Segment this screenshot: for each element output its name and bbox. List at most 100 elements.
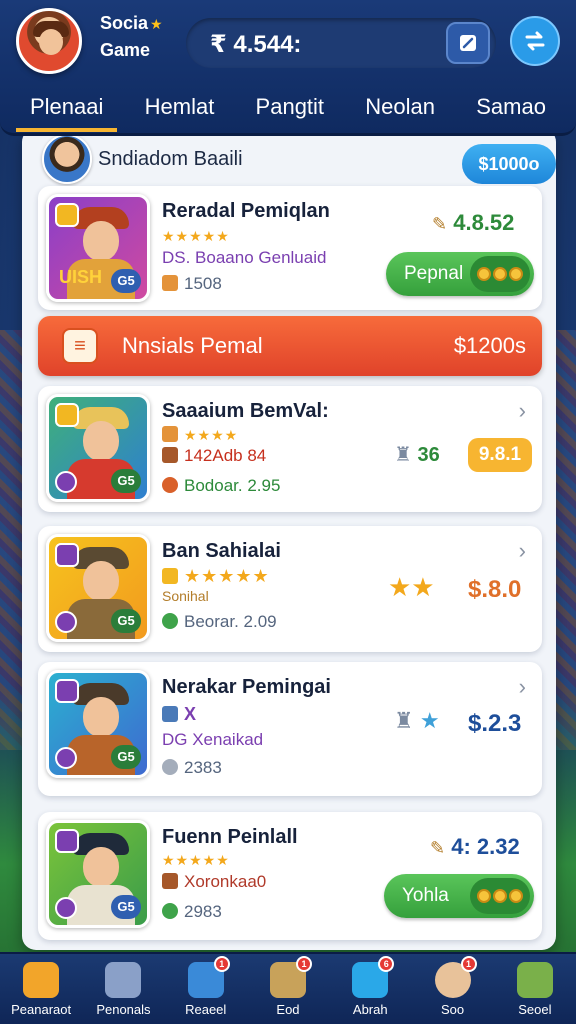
tab-neolan[interactable]: Neolan [351, 82, 449, 132]
star-rating: ★★★★★ [184, 566, 270, 586]
nav-label: Soo [440, 1002, 465, 1017]
thumb-caption: UISH [59, 267, 103, 287]
rank-badge-icon [55, 829, 79, 853]
tool-icon: ✎ [432, 214, 448, 234]
avatar-face [39, 29, 63, 55]
item-rating: ♜ 36 [394, 442, 440, 467]
buy-button-label: Pepnal [404, 263, 464, 284]
nav-label: Peanaraot [11, 1002, 72, 1017]
item-price-value: 4.8.52 [453, 210, 515, 235]
rank-badge-icon [55, 543, 79, 567]
chest-icon [162, 426, 178, 442]
banner-price: $1200s [453, 333, 526, 358]
profile-balance-badge[interactable]: $1000o [462, 144, 556, 184]
ball-icon [162, 477, 178, 493]
crate-icon [162, 447, 178, 463]
nav-item-player[interactable]: 1 Soo [417, 954, 489, 1017]
app-title: Socia ★ Game [100, 10, 163, 63]
rank-badge-icon [55, 679, 79, 703]
item-title: Ban Sahialai [162, 540, 281, 562]
nav-item-shop[interactable]: 6 Abrah [334, 954, 406, 1017]
profile-name: Sndiadom Baaili [98, 148, 243, 170]
item-thumbnail: G5 [46, 394, 150, 502]
thumb-head [83, 561, 119, 601]
edit-icon [460, 35, 476, 51]
star-rating: ★★★★ [184, 427, 239, 443]
list-item[interactable]: G5 Fuenn Peinlall ★★★★★ Xoronkaa0 2983 ✎… [38, 812, 542, 940]
list-icon: ≡ [62, 328, 98, 364]
thumb-head [83, 697, 119, 737]
swap-icon [525, 31, 545, 51]
tool-icon: ✎ [430, 838, 446, 858]
tab-hemlat[interactable]: Hemlat [131, 82, 229, 132]
swap-button[interactable] [510, 16, 560, 66]
chevron-right-icon[interactable]: › [519, 538, 526, 564]
coins-icon [470, 256, 530, 292]
shield-icon [55, 471, 77, 493]
app-header: Socia ★ Game ₹ 4.544: Plenaai Hemlat Pang… [0, 0, 576, 136]
tab-plenaai[interactable]: Plenaai [16, 82, 118, 132]
list-item[interactable]: G5 Saaaium BemVal: ★★★★ 142Adb 84 Bodoar… [38, 386, 542, 512]
gem-icon [162, 903, 178, 919]
user-avatar[interactable] [16, 8, 82, 74]
item-thumbnail: G5 [46, 670, 150, 778]
item-subtitle: DG Xenaikad [162, 730, 264, 749]
star-rating: ★★★★★ [162, 852, 230, 868]
tab-samao[interactable]: Samao [462, 82, 560, 132]
notification-badge: 6 [378, 956, 395, 972]
nav-item-tools[interactable]: 1 Reaeel [170, 954, 242, 1017]
item-count: 2383 [184, 758, 222, 777]
level-badge: G5 [111, 609, 141, 633]
item-price: ✎ 4.8.52 [432, 210, 514, 236]
nav-item-home[interactable]: Peanaraot [5, 954, 77, 1017]
item-price: $.2.3 [468, 710, 522, 737]
robot-icon [162, 706, 178, 722]
item-subtitle: DS. Boaano Genluaid [162, 248, 327, 267]
buy-button[interactable]: Yohla [384, 874, 534, 918]
pencil-icon [105, 962, 142, 998]
price-tag[interactable]: 9.8.1 [468, 438, 532, 472]
nav-label: Seoel [518, 1002, 552, 1017]
shield-icon [55, 747, 77, 769]
item-title: Reradal Pemiqlan [162, 200, 330, 222]
tab-bar: Plenaai Hemlat Pangtit Neolan Samao [16, 82, 560, 132]
item-title: Saaaium BemVal: [162, 400, 329, 422]
app-title-line2: Game [100, 40, 151, 60]
item-detail: Bodoar. 2.95 [184, 476, 281, 495]
item-title: Nerakar Pemingai [162, 676, 331, 698]
star-icon: ★ [150, 16, 163, 32]
item-count: 2983 [184, 902, 222, 921]
nav-item-personals[interactable]: Penonals [87, 954, 159, 1017]
list-item[interactable]: G5 Ban Sahialai ★★★★★ Sonihal Beorar. 2.… [38, 526, 542, 652]
thumb-head [83, 421, 119, 461]
rank-badge-icon [55, 203, 79, 227]
nav-label: Eod [276, 1002, 300, 1017]
notification-badge: 1 [460, 956, 477, 972]
main-panel: Sndiadom Baaili $1000o UISH G5 Reradal P… [22, 128, 556, 950]
item-price: $.8.0 [468, 576, 522, 603]
nav-item-stats[interactable]: 1 Eod [252, 954, 324, 1017]
notification-badge: 1 [295, 956, 312, 972]
buy-button[interactable]: Pepnal [386, 252, 534, 296]
level-badge: G5 [111, 895, 141, 919]
trophy-star-icons: ♜ ★ [394, 708, 440, 733]
item-subtitle: Sonihal [162, 588, 209, 604]
tab-pangtit[interactable]: Pangtit [242, 82, 339, 132]
shield-icon [55, 897, 77, 919]
item-subtitle: 142Adb 84 [184, 446, 267, 465]
nav-label: Reaeel [185, 1002, 227, 1017]
profile-row[interactable]: Sndiadom Baaili $1000o [36, 134, 556, 186]
shield-icon [162, 759, 178, 775]
chevron-right-icon[interactable]: › [519, 398, 526, 424]
thumb-head [83, 847, 119, 887]
list-item[interactable]: G5 Nerakar Pemingai X DG Xenaikad 2383 ›… [38, 662, 542, 796]
item-price: ✎ 4: 2.32 [430, 834, 520, 860]
star-rating: ★★★★★ [162, 228, 230, 244]
featured-banner[interactable]: ≡ Nnsials Pemal $1200s [38, 316, 542, 376]
list-item[interactable]: UISH G5 Reradal Pemiqlan ★★★★★ DS. Boaan… [38, 186, 542, 310]
house-icon [23, 962, 60, 998]
edit-button[interactable] [446, 22, 490, 64]
rank-badge-icon [55, 403, 79, 427]
nav-item-social[interactable]: Seoel [499, 954, 571, 1017]
chevron-right-icon[interactable]: › [519, 674, 526, 700]
